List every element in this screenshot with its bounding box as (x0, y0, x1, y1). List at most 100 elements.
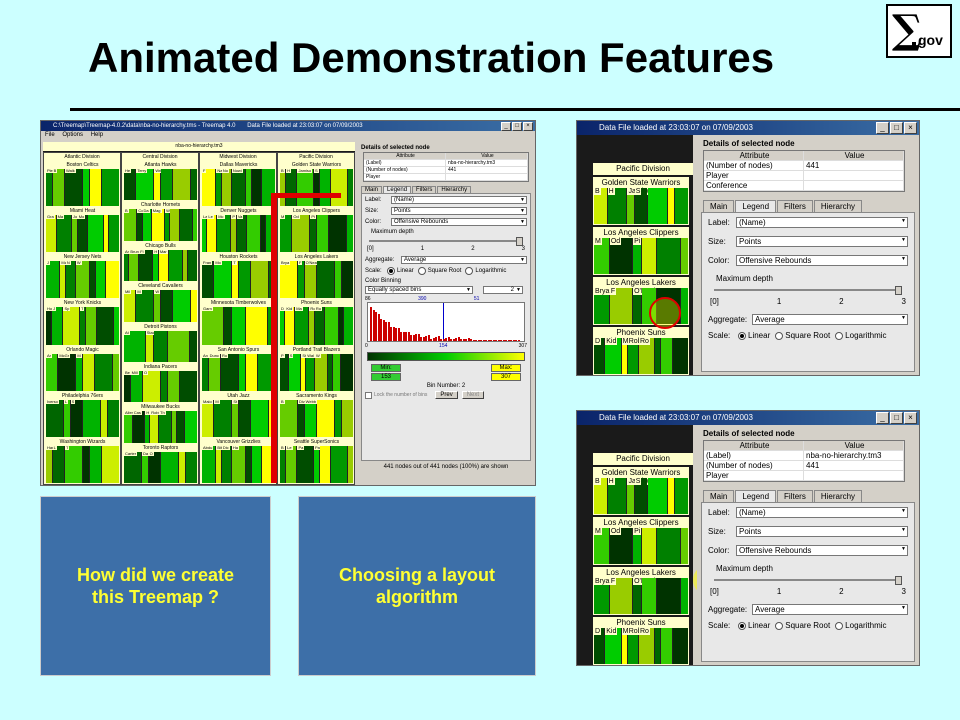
player-cell[interactable] (331, 445, 347, 483)
player-cell[interactable]: B (280, 399, 297, 437)
player-cell[interactable]: Od (609, 238, 633, 274)
player-cell[interactable]: Jo (71, 215, 79, 253)
label-select[interactable]: (Name) (736, 217, 908, 228)
team-node[interactable]: Orlando Magic Ar McGr M (45, 346, 120, 392)
player-cell[interactable] (655, 338, 661, 374)
player-cell[interactable] (661, 338, 672, 374)
player-cell[interactable] (251, 169, 261, 207)
player-cell[interactable] (171, 411, 176, 443)
player-cell[interactable]: F (609, 288, 633, 324)
team-node[interactable]: Golden State WarriorsBHJamisoS (593, 467, 689, 515)
player-cell[interactable]: Nash (216, 169, 228, 207)
player-cell[interactable]: Le (286, 445, 297, 483)
radio-linear[interactable] (387, 267, 395, 275)
player-cell[interactable] (329, 215, 347, 253)
player-cell[interactable]: S (70, 399, 82, 437)
aggregate-select[interactable]: Average (401, 256, 527, 264)
player-cell[interactable]: Ho (46, 307, 54, 345)
team-node[interactable]: Atlanta Hawks He Terry Wri (123, 162, 198, 202)
team-node[interactable]: Boston CelticsPierceBWalk (45, 162, 120, 208)
player-cell[interactable] (680, 578, 688, 614)
player-cell[interactable]: S (634, 478, 648, 514)
player-cell[interactable]: Ham (46, 445, 57, 483)
player-cell[interactable]: Ha (231, 445, 246, 483)
radio-logarithmic[interactable] (835, 621, 844, 630)
player-cell[interactable]: St (301, 353, 308, 391)
prev-button[interactable]: Prev (435, 391, 458, 399)
player-cell[interactable]: Ro (221, 353, 238, 391)
player-cell[interactable] (675, 188, 689, 224)
player-cell[interactable]: Da (142, 451, 150, 483)
player-cell[interactable] (672, 338, 689, 374)
player-cell[interactable]: P (280, 353, 288, 391)
player-cell[interactable]: Od (609, 528, 633, 564)
player-cell[interactable]: Ma (621, 338, 634, 374)
tab-legend[interactable]: Legend (735, 200, 777, 212)
min-value[interactable]: 153 (371, 373, 401, 381)
player-cell[interactable] (246, 215, 260, 253)
player-cell[interactable]: H (607, 478, 627, 514)
player-cell[interactable]: Mag (151, 209, 165, 241)
player-cell[interactable]: L (64, 399, 70, 437)
player-cell[interactable] (251, 261, 269, 299)
player-cell[interactable] (83, 399, 100, 437)
team-node[interactable]: Sacramento Kings B Divi Webb (279, 392, 354, 438)
player-cell[interactable]: Jamiso (297, 169, 313, 207)
player-cell[interactable] (641, 578, 657, 614)
team-node[interactable]: Los Angeles Clippers M Od Pi (593, 517, 689, 565)
bins-spinner[interactable]: 2 (483, 286, 523, 294)
division-node[interactable]: Atlantic DivisionBoston CelticsPierceBWa… (43, 152, 121, 485)
player-cell[interactable]: Nowi (231, 169, 246, 207)
team-node[interactable]: Phoenix Suns DKidMaRobRo (593, 617, 689, 665)
player-cell[interactable] (335, 399, 341, 437)
player-cell[interactable]: Sp (63, 307, 79, 345)
tab-main[interactable]: Main (361, 186, 383, 193)
player-cell[interactable] (347, 215, 353, 253)
player-cell[interactable] (648, 478, 668, 514)
player-cell[interactable]: M (76, 353, 82, 391)
player-cell[interactable] (320, 445, 331, 483)
player-cell[interactable] (90, 261, 95, 299)
player-cell[interactable]: Ro (638, 338, 655, 374)
player-cell[interactable]: B (594, 478, 607, 514)
player-cell[interactable]: At (124, 330, 145, 362)
minimize-icon[interactable]: _ (501, 122, 511, 131)
player-cell[interactable]: Gra (46, 215, 56, 253)
slider-thumb[interactable] (895, 286, 902, 295)
team-node[interactable]: Los Angeles LakersBryaFO'Neal (279, 254, 354, 300)
player-cell[interactable] (641, 238, 657, 274)
tab-filters[interactable]: Filters (412, 186, 437, 193)
player-cell[interactable] (83, 445, 89, 483)
radio-logarithmic[interactable] (835, 331, 844, 340)
player-cell[interactable]: Brya (594, 578, 611, 614)
player-cell[interactable] (246, 169, 251, 207)
player-cell[interactable] (332, 353, 341, 391)
player-cell[interactable]: Od (292, 215, 310, 253)
menu-help[interactable]: Help (91, 132, 103, 138)
player-cell[interactable]: La (202, 215, 209, 253)
player-cell[interactable]: Allen (124, 411, 135, 443)
tab-legend[interactable]: Legend (735, 490, 777, 502)
team-node[interactable]: Golden State WarriorsBHJamisoS (279, 162, 354, 208)
player-cell[interactable]: Stackhou (145, 330, 165, 362)
player-cell[interactable] (86, 307, 97, 345)
player-cell[interactable]: An (202, 353, 209, 391)
team-node[interactable]: Charlotte HornetsBCoDaMagWesl (123, 202, 198, 242)
team-node[interactable]: Detroit PistonsAtStackhou (123, 323, 198, 363)
label-select[interactable]: (Name) (391, 196, 527, 204)
player-cell[interactable]: Fi (139, 249, 153, 282)
division-node[interactable]: Pacific Division Golden State Warriors B H J… (277, 152, 355, 485)
team-node[interactable]: Philadelphia 76ers Iverso L S (45, 392, 120, 438)
team-node[interactable]: New York Knicks Ho J Sp T (45, 300, 120, 346)
menu-options[interactable]: Options (62, 132, 83, 138)
team-node[interactable]: Phoenix Suns DKidMaRobRo (593, 327, 689, 375)
player-cell[interactable]: F (298, 261, 304, 299)
player-cell[interactable] (89, 169, 101, 207)
player-cell[interactable] (168, 330, 190, 362)
menu-file[interactable]: File (45, 132, 55, 138)
player-cell[interactable]: T (232, 261, 238, 299)
player-cell[interactable] (317, 261, 334, 299)
player-cell[interactable]: B (280, 445, 286, 483)
player-cell[interactable]: Mc (217, 215, 231, 253)
player-cell[interactable]: Iverso (46, 399, 63, 437)
